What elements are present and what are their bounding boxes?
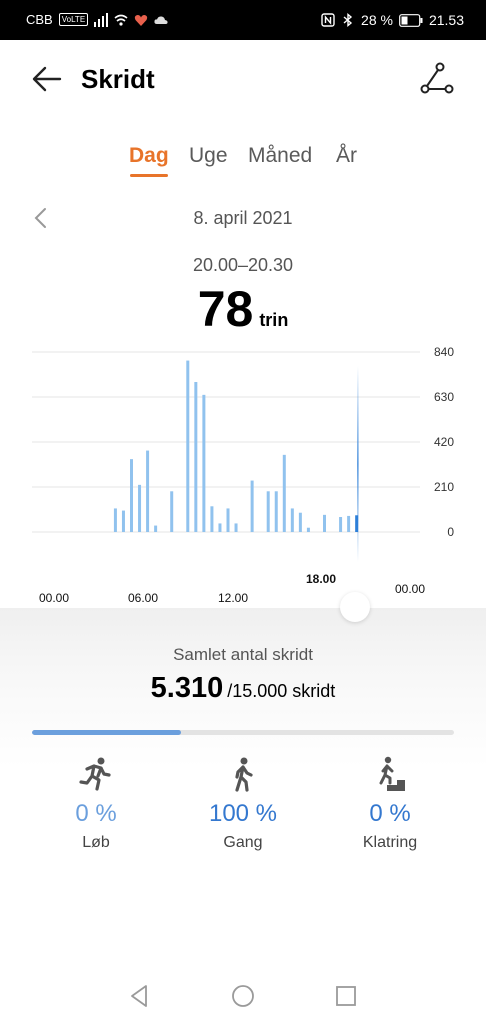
y-tick-label: 420 — [434, 435, 454, 449]
total-steps-label: Samlet antal skridt — [173, 645, 313, 664]
walking-label: Gang — [223, 834, 263, 851]
bar — [218, 523, 222, 532]
goal-progress-bar — [32, 730, 454, 735]
bar — [202, 394, 206, 532]
bar — [234, 523, 238, 532]
bar — [250, 480, 254, 532]
climbing-label: Klatring — [362, 834, 418, 851]
clock: 21.53 — [428, 12, 464, 28]
tab-day[interactable]: Dag — [129, 144, 169, 168]
y-tick-label: 210 — [434, 480, 454, 494]
app-header: Skridt — [0, 40, 486, 118]
bar — [170, 491, 174, 532]
selected-steps-value: 78 — [197, 281, 254, 337]
activity-walking: 100 % Gang — [163, 756, 323, 852]
battery-icon — [399, 13, 423, 27]
total-steps: 5.310/15.000 skridt — [0, 672, 486, 705]
bar — [154, 525, 158, 532]
bluetooth-icon — [343, 13, 353, 27]
x-tick-label: 06.00 — [128, 591, 158, 605]
wifi-icon — [114, 14, 128, 26]
nav-home-icon[interactable] — [227, 980, 259, 1012]
chart-scrubber-handle[interactable] — [340, 592, 370, 622]
total-steps-value: 5.310 — [150, 672, 224, 704]
status-bar: CBB VoLTE 28 % 21.53 — [0, 0, 486, 40]
bar — [290, 508, 294, 532]
signal-icon — [94, 12, 109, 27]
bar — [186, 360, 190, 532]
bar — [266, 491, 270, 532]
bar — [138, 484, 142, 532]
y-tick-label: 840 — [434, 345, 454, 359]
steps-bar-chart[interactable]: 840 630 420 210 0 00.00 06.00 12.00 18.00 00.00 — [0, 340, 486, 610]
bar — [113, 508, 117, 532]
period-tabs: Dag Uge Måned År — [0, 140, 486, 180]
x-tick-label-current: 18.00 — [306, 572, 336, 586]
x-tick-label: 00.00 — [39, 591, 69, 605]
y-tick-label: 630 — [434, 390, 454, 404]
walking-icon — [235, 757, 253, 792]
bar — [282, 454, 286, 532]
y-tick-label: 0 — [447, 525, 454, 539]
page-title: Skridt — [81, 64, 155, 94]
route-share-icon[interactable] — [420, 62, 454, 96]
climbing-percent: 0 % — [369, 800, 411, 827]
bar — [194, 382, 198, 532]
bar — [226, 508, 230, 532]
bar — [339, 517, 343, 532]
tab-year[interactable]: År — [336, 144, 357, 168]
x-tick-label: 12.00 — [218, 591, 248, 605]
running-icon — [79, 757, 111, 791]
date-label[interactable]: 8. april 2021 — [0, 208, 486, 229]
cloud-icon — [154, 15, 168, 24]
arrow-left-icon[interactable] — [30, 62, 64, 96]
climbing-icon — [375, 756, 405, 791]
bar — [210, 506, 214, 532]
tab-month[interactable]: Måned — [248, 144, 312, 168]
battery-percent: 28 % — [361, 12, 393, 28]
running-percent: 0 % — [75, 800, 117, 827]
bar — [323, 514, 326, 532]
bar — [274, 491, 278, 532]
walking-percent: 100 % — [208, 800, 278, 827]
bar — [121, 510, 125, 532]
selected-steps-unit: trin — [259, 310, 289, 330]
tab-week[interactable]: Uge — [189, 144, 228, 168]
bar — [146, 450, 150, 532]
bar — [347, 515, 351, 532]
activity-running: 0 % Løb — [16, 756, 176, 852]
bar — [130, 459, 133, 532]
x-tick-label: 00.00 — [395, 582, 425, 596]
nav-recents-icon[interactable] — [330, 980, 362, 1012]
system-nav-bar — [0, 968, 486, 1024]
goal-progress-fill — [32, 730, 182, 735]
selected-steps: 78 trin — [0, 280, 486, 338]
selection-marker — [357, 366, 359, 562]
selected-range: 20.00–20.30 — [192, 255, 294, 275]
activity-climbing: 0 % Klatring — [310, 756, 470, 852]
nav-back-icon[interactable] — [124, 980, 156, 1012]
active-tab-indicator — [130, 174, 168, 177]
steps-goal: /15.000 skridt — [227, 681, 336, 701]
bar — [306, 527, 310, 532]
health-heart-icon — [134, 14, 148, 26]
carrier-label: CBB — [26, 12, 53, 27]
volte-badge: VoLTE — [58, 13, 89, 26]
nfc-icon — [321, 13, 335, 27]
running-label: Løb — [82, 834, 110, 851]
bar — [298, 512, 302, 532]
